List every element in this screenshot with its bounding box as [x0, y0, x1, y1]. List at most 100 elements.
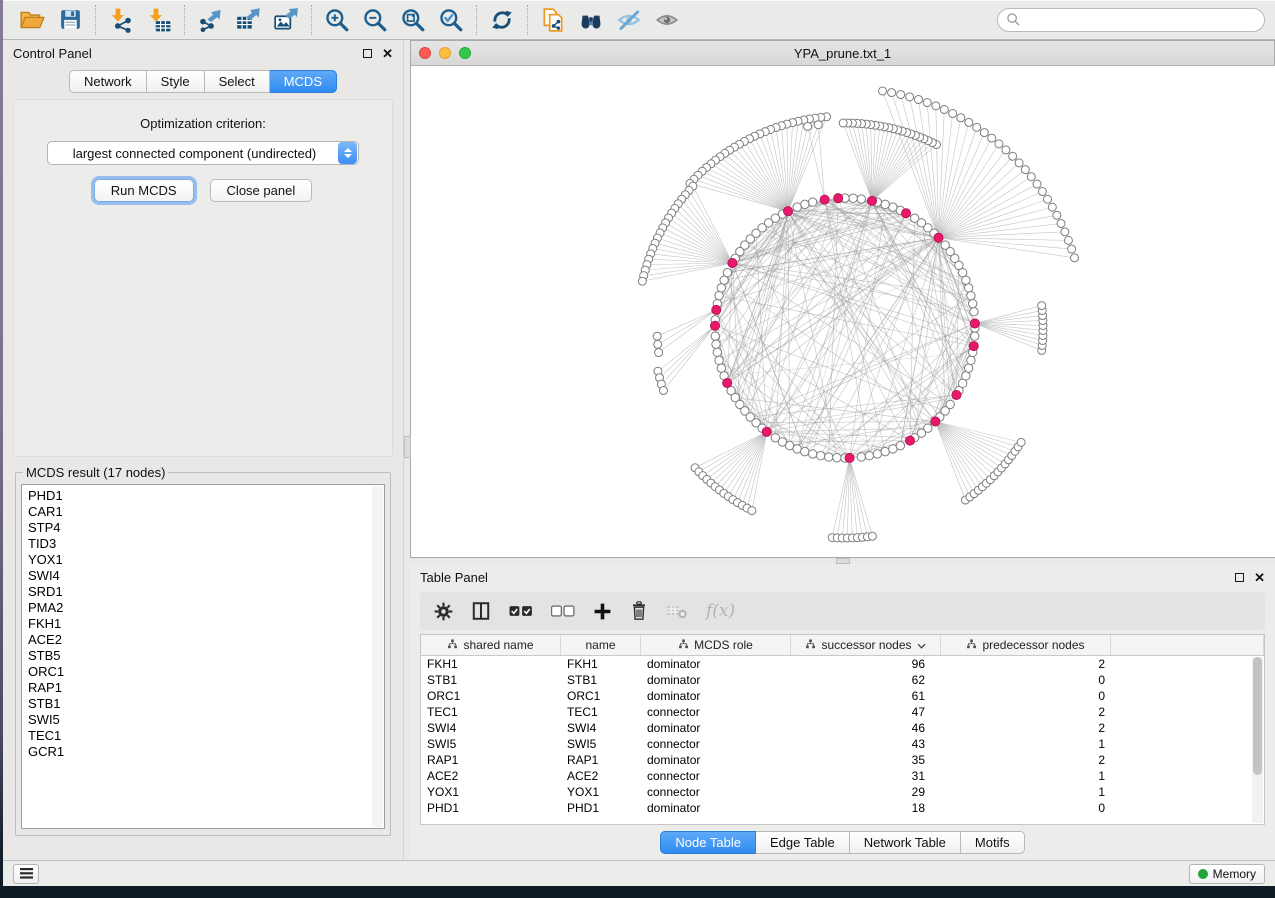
mcds-hub-node[interactable]	[970, 319, 979, 328]
network-node[interactable]	[941, 241, 949, 249]
mcds-hub-node[interactable]	[905, 436, 914, 445]
network-leaf-node[interactable]	[995, 140, 1003, 148]
network-canvas[interactable]	[411, 66, 1275, 557]
network-leaf-node[interactable]	[655, 349, 663, 357]
deselect-checkboxes-icon[interactable]	[551, 603, 575, 619]
function-builder-icon[interactable]: f(x)	[706, 601, 735, 621]
table-row[interactable]: FKH1FKH1dominator962	[421, 656, 1264, 672]
import-network-icon[interactable]	[102, 3, 140, 37]
table-row[interactable]: SWI5SWI5connector431	[421, 736, 1264, 752]
horizontal-splitter[interactable]	[410, 558, 1275, 564]
show-details-eye-icon[interactable]	[648, 3, 686, 37]
search-input[interactable]	[1021, 13, 1256, 27]
mcds-node-item[interactable]: SWI5	[28, 712, 378, 728]
mcds-node-item[interactable]: GCR1	[28, 744, 378, 760]
network-leaf-node[interactable]	[638, 277, 646, 285]
table-row[interactable]: ACE2ACE2connector311	[421, 768, 1264, 784]
network-node[interactable]	[964, 364, 972, 372]
select-all-checkboxes-icon[interactable]	[509, 603, 533, 619]
network-leaf-node[interactable]	[940, 106, 948, 114]
network-leaf-node[interactable]	[839, 119, 847, 127]
export-network-icon[interactable]	[191, 3, 229, 37]
tab-node-table[interactable]: Node Table	[660, 831, 756, 854]
network-leaf-node[interactable]	[1021, 166, 1029, 174]
network-node[interactable]	[849, 194, 857, 202]
network-leaf-node[interactable]	[1038, 188, 1046, 196]
mcds-hub-node[interactable]	[867, 196, 876, 205]
float-panel-icon[interactable]	[363, 49, 372, 58]
network-leaf-node[interactable]	[804, 122, 812, 130]
open-file-icon[interactable]	[13, 3, 51, 37]
close-panel-icon[interactable]: ✕	[1254, 573, 1265, 582]
network-node[interactable]	[712, 340, 720, 348]
network-leaf-node[interactable]	[1009, 152, 1017, 160]
network-node[interactable]	[924, 424, 932, 432]
close-panel-button[interactable]: Close panel	[210, 179, 313, 202]
gear-icon[interactable]	[434, 602, 453, 621]
network-node[interactable]	[881, 200, 889, 208]
network-leaf-node[interactable]	[654, 340, 662, 348]
network-leaf-node[interactable]	[980, 129, 988, 137]
network-leaf-node[interactable]	[1048, 203, 1056, 211]
network-node[interactable]	[801, 447, 809, 455]
mcds-hub-node[interactable]	[931, 417, 940, 426]
mcds-node-item[interactable]: CAR1	[28, 504, 378, 520]
table-row[interactable]: PHD1PHD1dominator180	[421, 800, 1264, 816]
network-node[interactable]	[717, 284, 725, 292]
tab-mcds[interactable]: MCDS	[270, 70, 337, 93]
network-leaf-node[interactable]	[988, 134, 996, 142]
network-leaf-node[interactable]	[653, 332, 661, 340]
mcds-node-item[interactable]: FKH1	[28, 616, 378, 632]
network-leaf-node[interactable]	[659, 387, 667, 395]
mcds-node-item[interactable]: TEC1	[28, 728, 378, 744]
network-node[interactable]	[889, 203, 897, 211]
column-header-MCDS-role[interactable]: MCDS role	[641, 635, 791, 655]
refresh-icon[interactable]	[483, 3, 521, 37]
zoom-out-icon[interactable]	[356, 3, 394, 37]
network-leaf-node[interactable]	[748, 507, 756, 515]
mcds-hub-node[interactable]	[710, 321, 719, 330]
network-leaf-node[interactable]	[814, 121, 822, 129]
mcds-hub-node[interactable]	[901, 209, 910, 218]
mcds-node-item[interactable]: ORC1	[28, 664, 378, 680]
network-leaf-node[interactable]	[1002, 146, 1010, 154]
network-leaf-node[interactable]	[1064, 236, 1072, 244]
network-node[interactable]	[873, 450, 881, 458]
duplicate-network-icon[interactable]	[534, 3, 572, 37]
network-node[interactable]	[968, 299, 976, 307]
mcds-node-item[interactable]: STP4	[28, 520, 378, 536]
mcds-node-item[interactable]: PMA2	[28, 600, 378, 616]
network-leaf-node[interactable]	[888, 89, 896, 97]
run-mcds-button[interactable]: Run MCDS	[94, 179, 194, 202]
tab-motifs[interactable]: Motifs	[961, 831, 1025, 854]
network-leaf-node[interactable]	[879, 87, 887, 95]
binoculars-icon[interactable]	[572, 3, 610, 37]
mcds-node-item[interactable]: SRD1	[28, 584, 378, 600]
tab-network-table[interactable]: Network Table	[850, 831, 961, 854]
network-node[interactable]	[910, 214, 918, 222]
tab-select[interactable]: Select	[205, 70, 270, 93]
network-node[interactable]	[793, 203, 801, 211]
network-leaf-node[interactable]	[1053, 211, 1061, 219]
zoom-selected-icon[interactable]	[432, 3, 470, 37]
columns-icon[interactable]	[471, 601, 491, 621]
mcds-node-item[interactable]: TID3	[28, 536, 378, 552]
mcds-hub-node[interactable]	[728, 258, 737, 267]
network-node[interactable]	[946, 400, 954, 408]
network-node[interactable]	[833, 454, 841, 462]
network-leaf-node[interactable]	[1057, 219, 1065, 227]
network-node[interactable]	[816, 451, 824, 459]
mcds-node-item[interactable]: PHD1	[28, 488, 378, 504]
mcds-node-item[interactable]: RAP1	[28, 680, 378, 696]
delete-table-icon[interactable]	[666, 603, 688, 619]
network-leaf-node[interactable]	[897, 91, 905, 99]
network-node[interactable]	[801, 200, 809, 208]
table-row[interactable]: YOX1YOX1connector291	[421, 784, 1264, 800]
network-leaf-node[interactable]	[932, 102, 940, 110]
network-leaf-node[interactable]	[906, 93, 914, 101]
network-leaf-node[interactable]	[1015, 159, 1023, 167]
tab-edge-table[interactable]: Edge Table	[756, 831, 850, 854]
column-header-predecessor-nodes[interactable]: predecessor nodes	[941, 635, 1111, 655]
network-leaf-node[interactable]	[1061, 228, 1069, 236]
mcds-hub-node[interactable]	[934, 233, 943, 242]
